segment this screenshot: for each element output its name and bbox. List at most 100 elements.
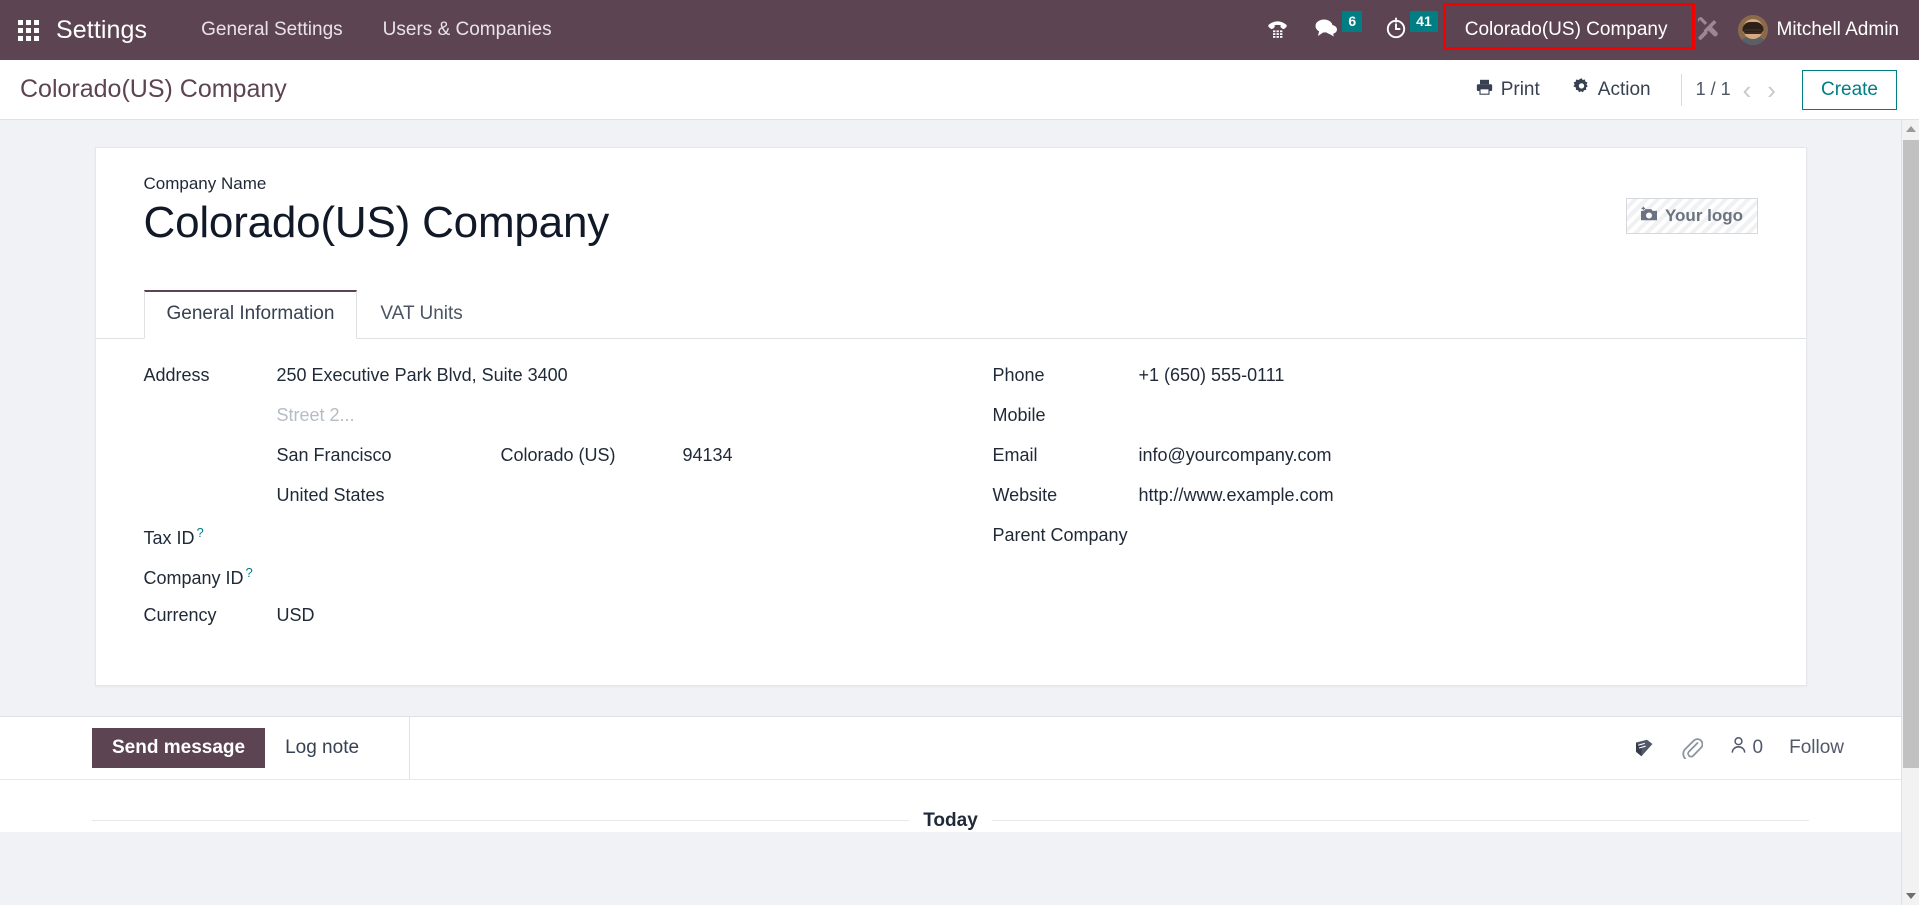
chevron-right-icon[interactable]: ›	[1763, 77, 1780, 103]
log-note-button[interactable]: Log note	[265, 728, 379, 768]
address-state-input[interactable]: Colorado (US)	[501, 445, 683, 466]
form-tabs: General Information VAT Units	[95, 289, 1806, 339]
sheet-wrapper: Company Name Colorado(US) Company Your l…	[0, 120, 1901, 686]
address-street-input[interactable]: 250 Executive Park Blvd, Suite 3400	[277, 365, 909, 386]
field-tax-id: Tax ID?	[144, 525, 909, 565]
form-column-left: Address 250 Executive Park Blvd, Suite 3…	[144, 365, 909, 645]
form-title-row: Company Name Colorado(US) Company Your l…	[144, 174, 1758, 249]
website-input[interactable]: http://www.example.com	[1139, 485, 1758, 506]
pager: 1 / 1 ‹ ›	[1696, 77, 1780, 103]
phone-input[interactable]: +1 (650) 555-0111	[1139, 365, 1758, 386]
currency-label: Currency	[143, 604, 217, 625]
currency-input[interactable]: USD	[277, 605, 909, 626]
address-label: Address	[143, 364, 210, 385]
address-country-input[interactable]: United States	[277, 485, 909, 506]
control-panel: Colorado(US) Company Print Action 1 / 1 …	[0, 60, 1919, 120]
logo-label: Your logo	[1664, 206, 1744, 225]
company-switcher-button[interactable]: Colorado(US) Company	[1449, 0, 1684, 60]
clock-icon	[1384, 16, 1408, 45]
messages-button[interactable]: 6	[1301, 0, 1373, 60]
create-button[interactable]: Create	[1801, 69, 1897, 110]
tax-id-label-text: Tax ID	[143, 527, 195, 548]
scroll-down-arrow-icon[interactable]	[1902, 887, 1919, 905]
scroll-up-arrow-icon[interactable]	[1902, 120, 1919, 138]
field-parent-company: Parent Company	[993, 525, 1758, 565]
paperclip-icon[interactable]	[1681, 737, 1703, 759]
chatter-divider	[409, 716, 411, 779]
print-button[interactable]: Print	[1459, 78, 1556, 102]
separator-line-right	[991, 820, 1810, 822]
chatter-today-separator: Today	[0, 780, 1901, 832]
phone-label: Phone	[992, 364, 1045, 385]
activities-button[interactable]: 41	[1373, 0, 1449, 60]
printer-icon	[1475, 78, 1494, 102]
voip-button[interactable]	[1254, 0, 1301, 60]
email-input[interactable]: info@yourcompany.com	[1139, 445, 1758, 466]
follow-button[interactable]: Follow	[1789, 737, 1844, 759]
address-zip-input[interactable]: 94134	[683, 445, 733, 466]
navbar-systray: 6 41 Colorado(US) Company Mitchell Admin	[1254, 0, 1919, 60]
chatter-topbar: Send message Log note 0 Follow	[0, 716, 1901, 780]
content-area: Company Name Colorado(US) Company Your l…	[0, 120, 1901, 905]
field-street2: Street 2...	[144, 405, 909, 445]
field-email: Email info@yourcompany.com	[993, 445, 1758, 485]
company-id-help-icon[interactable]: ?	[246, 565, 253, 580]
avatar	[1737, 15, 1768, 45]
nav-item-users-and-companies[interactable]: Users & Companies	[363, 0, 572, 60]
company-logo-upload[interactable]: Your logo	[1625, 198, 1758, 234]
form-fields: Address 250 Executive Park Blvd, Suite 3…	[144, 339, 1758, 645]
tab-general-information[interactable]: General Information	[143, 289, 358, 339]
chatter-actions: 0 Follow	[1633, 717, 1844, 779]
company-name-label: Company Name	[143, 174, 267, 193]
user-outline-icon	[1729, 735, 1748, 761]
phone-dialpad-icon	[1265, 16, 1290, 45]
top-navbar: Settings General Settings Users & Compan…	[0, 0, 1919, 60]
tax-id-label: Tax ID?	[144, 525, 277, 549]
company-name-block: Company Name Colorado(US) Company	[144, 174, 1626, 249]
user-menu-label: Mitchell Admin	[1776, 19, 1900, 40]
email-label: Email	[992, 444, 1038, 465]
messages-count-badge: 6	[1342, 11, 1363, 32]
address-street2-input[interactable]: Street 2...	[277, 405, 909, 426]
user-menu-button[interactable]: Mitchell Admin	[1732, 0, 1906, 60]
company-id-label-text: Company ID	[143, 567, 244, 588]
send-message-button[interactable]: Send message	[92, 727, 266, 768]
field-phone: Phone +1 (650) 555-0111	[993, 365, 1758, 405]
apps-menu-button[interactable]	[0, 0, 56, 60]
pager-value: 1 / 1	[1695, 79, 1731, 99]
website-label: Website	[992, 484, 1058, 505]
company-name-input[interactable]: Colorado(US) Company	[144, 198, 1626, 249]
company-id-label: Company ID?	[144, 565, 277, 589]
activity-book-icon[interactable]	[1633, 738, 1655, 758]
tab-vat-units[interactable]: VAT Units	[357, 290, 485, 339]
grid-apps-icon	[17, 19, 39, 41]
followers-button[interactable]: 0	[1729, 735, 1763, 761]
nav-item-general-settings[interactable]: General Settings	[181, 0, 363, 60]
scrollbar-thumb[interactable]	[1903, 140, 1919, 768]
print-label: Print	[1500, 78, 1540, 100]
chatter: Send message Log note 0 Follow Today	[0, 715, 1901, 832]
company-form-sheet: Company Name Colorado(US) Company Your l…	[94, 147, 1807, 686]
field-company-id: Company ID?	[144, 565, 909, 605]
field-country: United States	[144, 485, 909, 525]
field-address: Address 250 Executive Park Blvd, Suite 3…	[144, 365, 909, 405]
action-label: Action	[1597, 78, 1651, 100]
today-label: Today	[923, 809, 978, 831]
action-button[interactable]: Action	[1556, 77, 1667, 102]
chat-bubble-icon	[1312, 16, 1340, 45]
separator-line-left	[92, 820, 910, 822]
app-brand-settings[interactable]: Settings	[56, 16, 181, 45]
control-panel-right: Print Action 1 / 1 ‹ › Create	[1459, 60, 1897, 119]
chevron-left-icon[interactable]: ‹	[1739, 77, 1756, 103]
mobile-label: Mobile	[992, 404, 1046, 425]
breadcrumb[interactable]: Colorado(US) Company	[20, 75, 287, 104]
tax-id-help-icon[interactable]: ?	[197, 525, 204, 540]
control-panel-divider	[1680, 73, 1682, 106]
address-city-input[interactable]: San Francisco	[277, 445, 501, 466]
form-column-right: Phone +1 (650) 555-0111 Mobile Email inf…	[993, 365, 1758, 645]
vertical-scrollbar[interactable]	[1901, 120, 1919, 905]
developer-tools-button[interactable]	[1684, 0, 1732, 60]
navbar-left: Settings General Settings Users & Compan…	[0, 0, 572, 60]
parent-company-label: Parent Company	[992, 524, 1128, 545]
field-mobile: Mobile	[993, 405, 1758, 445]
